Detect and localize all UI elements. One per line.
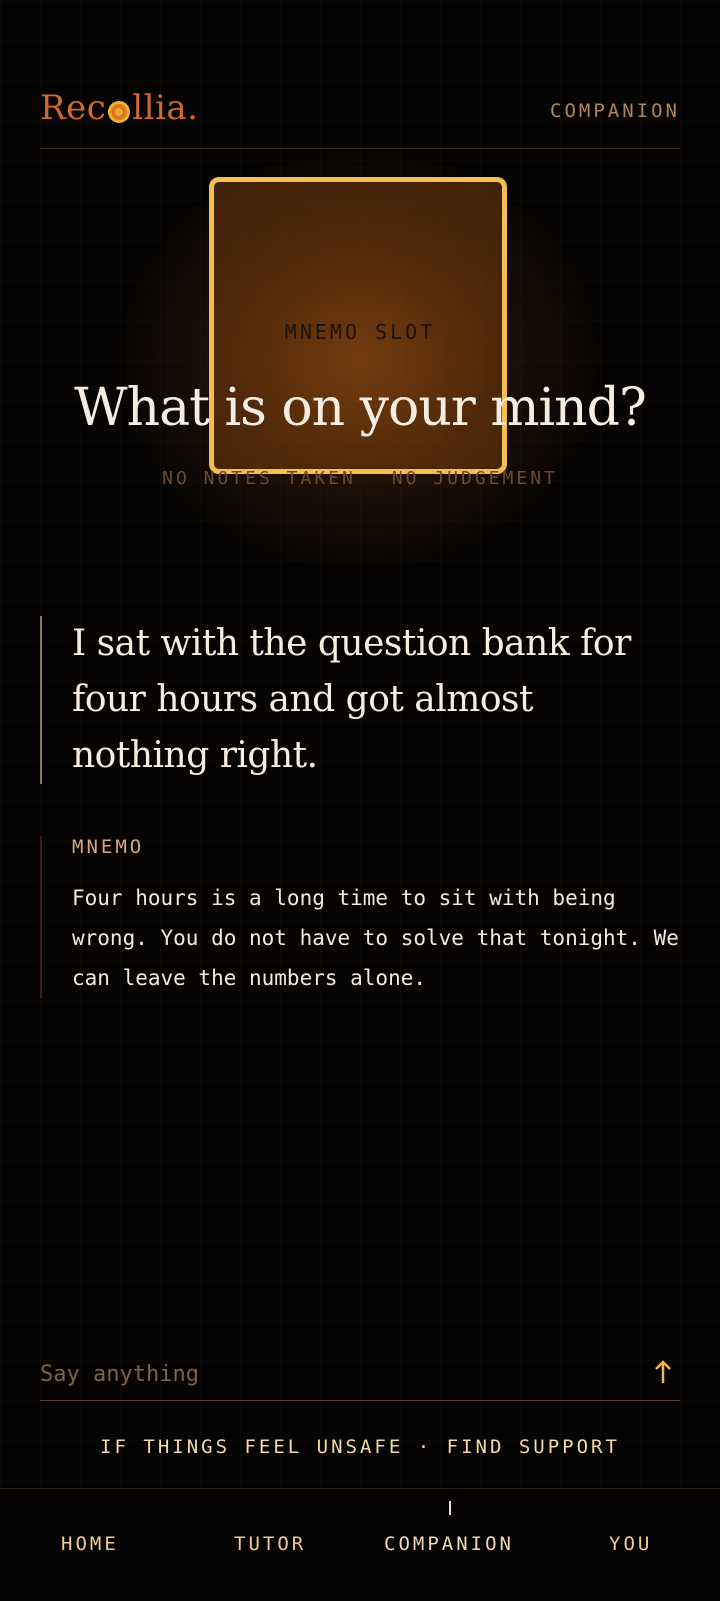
find-support-link[interactable]: FIND SUPPORT [447,1436,620,1458]
reply-author: MNEMO [72,836,145,858]
subtitle-no-judgement: NO JUDGEMENT [391,468,558,489]
support-link[interactable]: IF THINGS FEEL UNSAFE · FIND SUPPORT [0,1436,720,1458]
mnemo-slot-label: MNEMO SLOT [284,320,436,344]
logo-mark-icon [108,101,131,123]
user-message: I sat with the question bank for four ho… [40,616,680,784]
support-separator: · [417,1436,433,1458]
section-label: COMPANION [550,100,680,122]
nav-item-home[interactable]: HOME [61,1533,119,1555]
assistant-reply: MNEMO Four hours is a long time to sit w… [40,836,690,998]
brand-dot: . [187,88,199,128]
message-input[interactable] [40,1352,600,1396]
support-unsafe-text: IF THINGS FEEL UNSAFE [100,1436,404,1458]
page-subtitle: NO NOTES TAKEN NO JUDGEMENT [0,468,720,489]
page-title: What is on your mind? [74,378,647,438]
bottom-nav: HOME TUTOR COMPANION YOU [0,1488,720,1601]
app-header: Rec llia. COMPANION [40,84,680,149]
brand-suffix: llia [132,88,188,128]
brand-prefix: Rec [40,88,107,128]
nav-item-tutor[interactable]: TUTOR [234,1533,306,1555]
arrow-up-icon [655,1360,671,1383]
nav-active-indicator [449,1501,451,1515]
brand-logo[interactable]: Rec llia. [40,84,198,132]
send-button[interactable] [648,1354,678,1390]
reply-text: Four hours is a long time to sit with be… [72,886,679,990]
nav-item-you[interactable]: YOU [609,1533,652,1555]
message-composer [40,1352,680,1401]
nav-item-companion[interactable]: COMPANION [384,1533,514,1555]
user-message-text: I sat with the question bank for four ho… [72,623,631,776]
subtitle-no-notes: NO NOTES TAKEN [162,468,356,489]
